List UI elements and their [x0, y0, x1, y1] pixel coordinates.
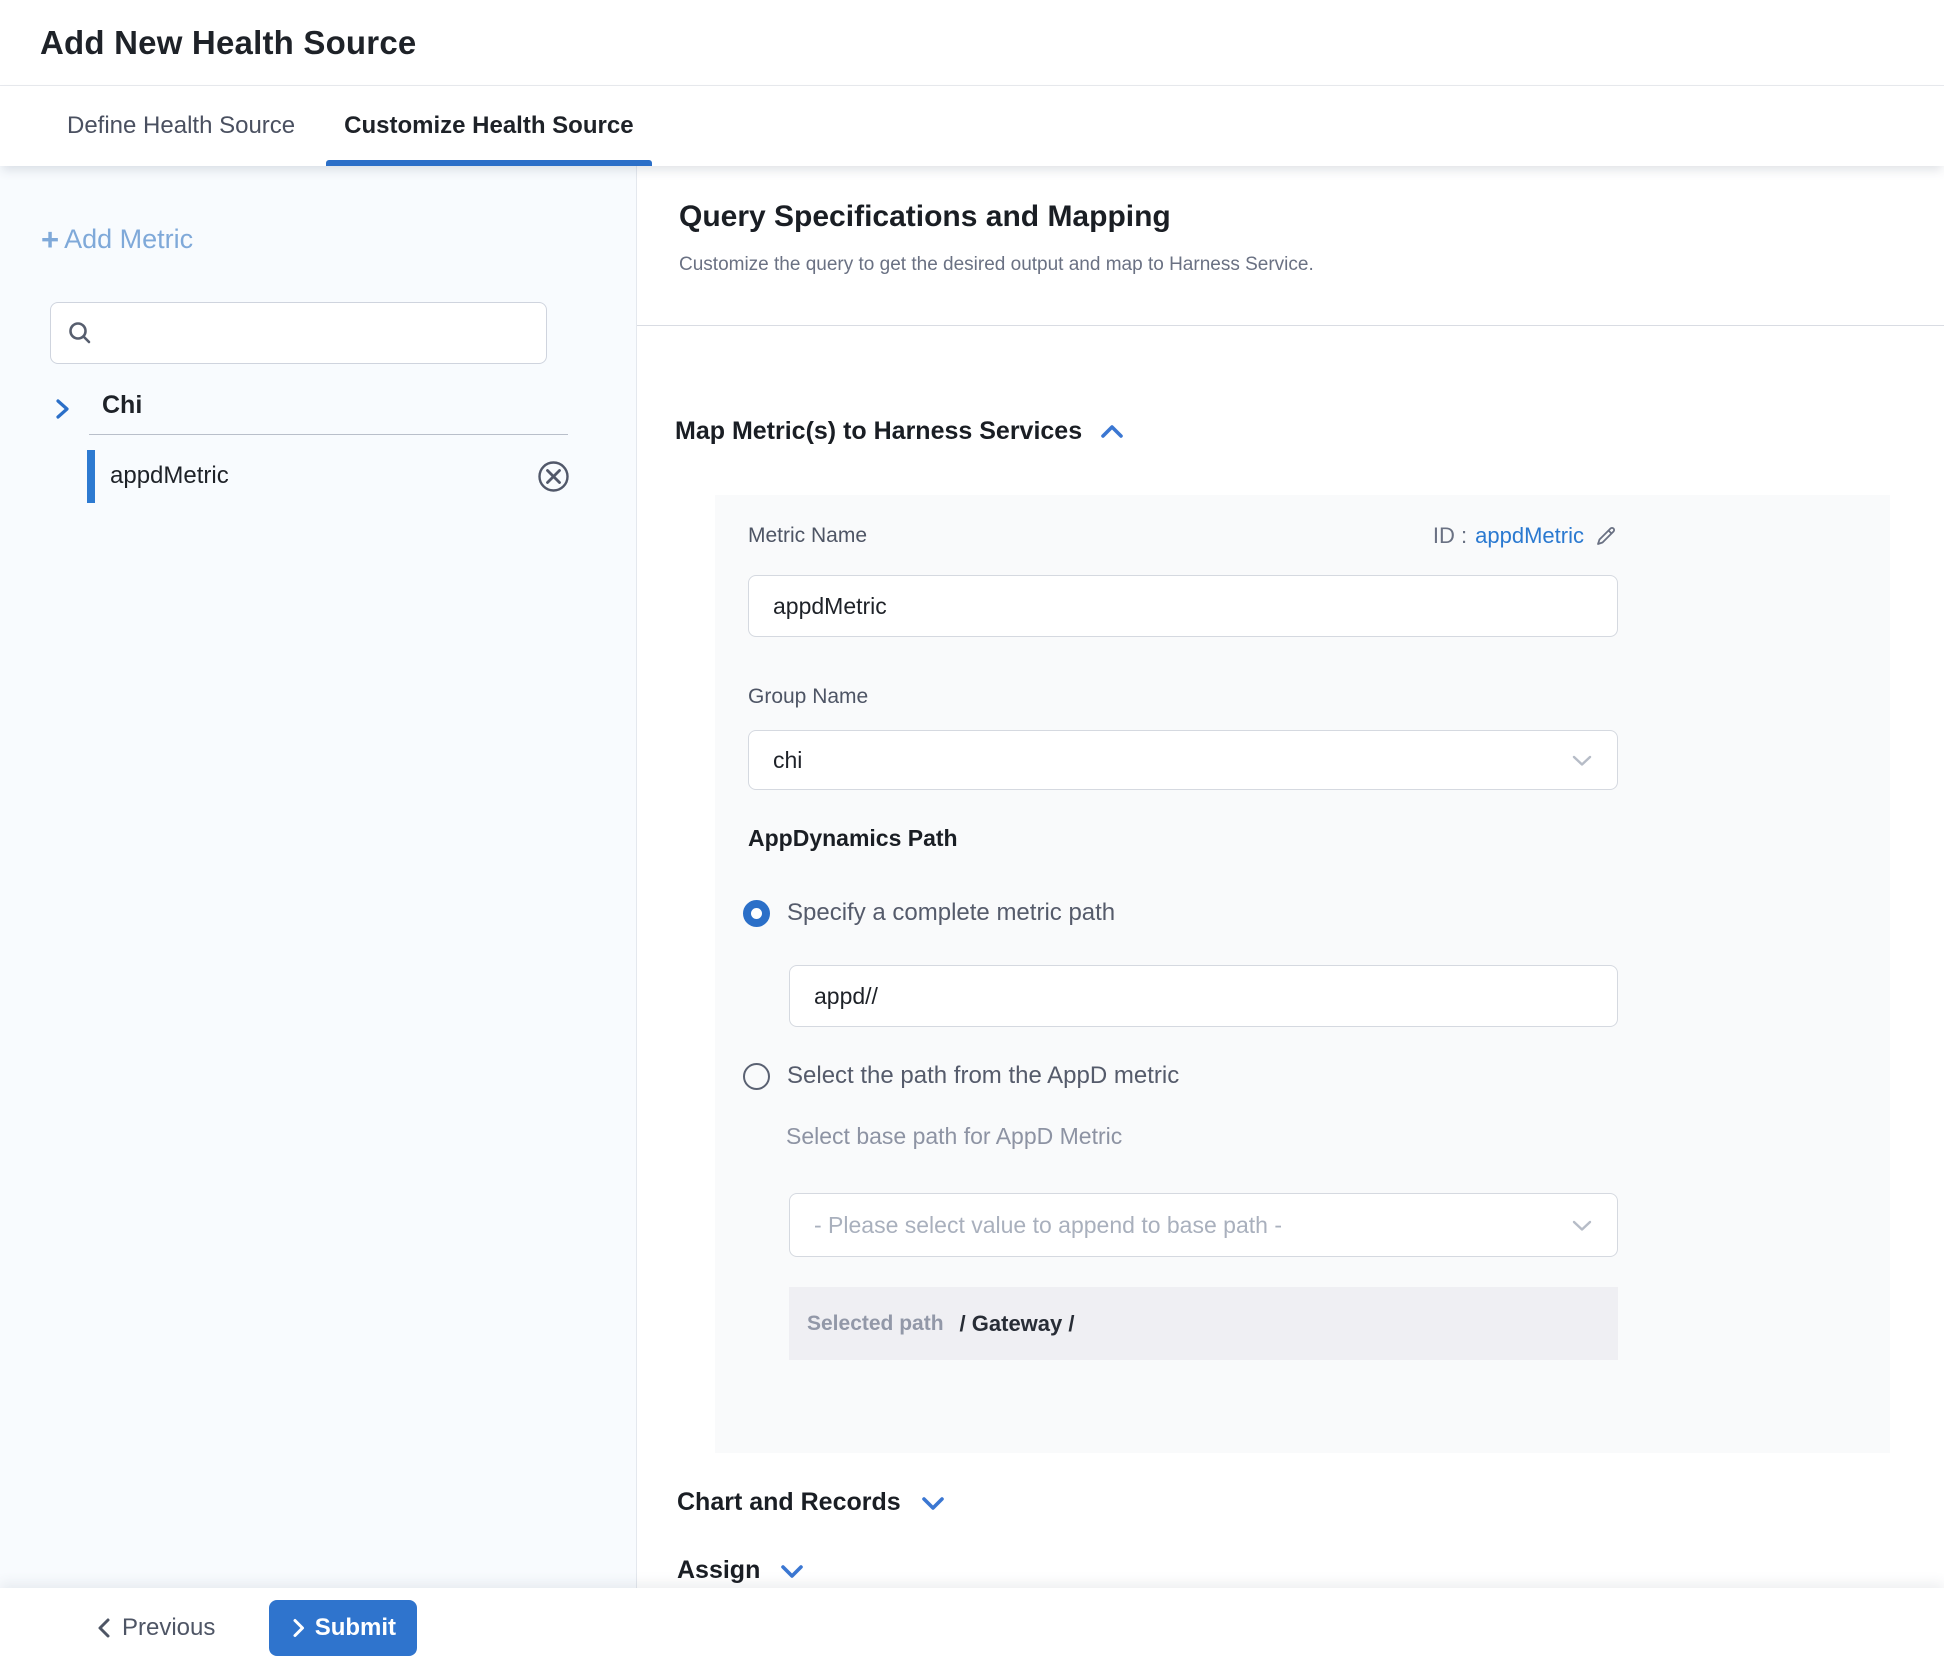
metric-group-label: Chi [102, 391, 142, 420]
id-value-link[interactable]: appdMetric [1475, 523, 1584, 549]
radio-selected-icon[interactable] [743, 900, 770, 927]
metrics-sidebar: + Add Metric Chi appdMetric [0, 166, 637, 1588]
dialog-body: + Add Metric Chi appdMetric [0, 166, 1944, 1588]
selected-indicator-bar [87, 450, 95, 503]
chevron-down-icon[interactable] [919, 1494, 947, 1512]
content-divider [637, 325, 1944, 326]
metric-list-item[interactable]: appdMetric [0, 449, 636, 505]
assign-section-header[interactable]: Assign [677, 1556, 806, 1585]
chevron-right-icon[interactable] [52, 396, 72, 427]
tab-customize-health-source[interactable]: Customize Health Source [326, 86, 651, 166]
footer-action-bar: Previous Submit [0, 1588, 1944, 1668]
edit-pencil-icon[interactable] [1594, 524, 1618, 548]
tab-bar: Define Health Source Customize Health So… [0, 86, 1944, 166]
id-label: ID : [1433, 523, 1467, 549]
metric-group-row[interactable]: Chi [0, 388, 636, 432]
group-name-select[interactable]: chi [748, 730, 1618, 790]
submit-label: Submit [315, 1614, 396, 1642]
section-subheading: Customize the query to get the desired o… [679, 254, 1314, 276]
add-metric-button[interactable]: + Add Metric [41, 224, 193, 255]
remove-metric-icon[interactable] [537, 460, 570, 493]
assign-title: Assign [677, 1556, 760, 1585]
metric-search-input[interactable] [105, 320, 530, 346]
metric-name-input[interactable] [748, 575, 1618, 637]
sidebar-divider [89, 434, 568, 435]
dialog-header: Add New Health Source [0, 0, 1944, 86]
map-metrics-section-header[interactable]: Map Metric(s) to Harness Services [675, 417, 1126, 446]
metric-name-header-row: Metric Name ID : appdMetric [748, 523, 1618, 549]
chart-and-records-section-header[interactable]: Chart and Records [677, 1488, 947, 1517]
query-spec-panel: Query Specifications and Mapping Customi… [637, 166, 1944, 1588]
chevron-down-icon [1571, 1219, 1593, 1232]
metric-search-box [50, 302, 547, 364]
selected-path-label: Selected path [807, 1312, 944, 1336]
page-title: Add New Health Source [40, 24, 416, 62]
radio-label: Select the path from the AppD metric [787, 1062, 1179, 1090]
previous-button[interactable]: Previous [96, 1614, 215, 1642]
chevron-down-icon [1571, 754, 1593, 767]
add-health-source-dialog: Add New Health Source Define Health Sour… [0, 0, 1944, 1668]
selected-path-bar: Selected path / Gateway / [789, 1287, 1618, 1360]
selected-path-value: / Gateway / [960, 1311, 1075, 1337]
metric-name-label: Metric Name [748, 524, 867, 548]
complete-metric-path-input[interactable] [789, 965, 1618, 1027]
appdynamics-path-label: AppDynamics Path [748, 825, 958, 852]
chevron-up-icon[interactable] [1098, 423, 1126, 441]
chevron-left-icon [96, 1616, 112, 1640]
metric-id-row: ID : appdMetric [1433, 523, 1618, 549]
tab-define-health-source[interactable]: Define Health Source [49, 86, 313, 166]
tab-label: Customize Health Source [344, 112, 633, 140]
radio-label: Specify a complete metric path [787, 899, 1115, 927]
chevron-right-icon [291, 1617, 306, 1639]
map-metrics-title: Map Metric(s) to Harness Services [675, 417, 1082, 446]
base-path-placeholder: - Please select value to append to base … [814, 1212, 1282, 1239]
chart-and-records-title: Chart and Records [677, 1488, 901, 1517]
group-name-value: chi [773, 747, 802, 774]
add-metric-label: Add Metric [64, 224, 193, 255]
base-path-label: Select base path for AppD Metric [786, 1123, 1122, 1150]
metric-item-label: appdMetric [110, 462, 229, 490]
metric-mapping-form: Metric Name ID : appdMetric Group Name c… [715, 495, 1890, 1453]
tab-label: Define Health Source [67, 112, 295, 140]
radio-complete-metric-path[interactable]: Specify a complete metric path [743, 899, 1115, 927]
radio-unselected-icon[interactable] [743, 1063, 770, 1090]
radio-select-appd-path[interactable]: Select the path from the AppD metric [743, 1062, 1179, 1090]
base-path-select[interactable]: - Please select value to append to base … [789, 1193, 1618, 1257]
section-heading: Query Specifications and Mapping [679, 200, 1171, 234]
search-icon [67, 320, 93, 346]
submit-button[interactable]: Submit [269, 1600, 417, 1656]
plus-icon: + [41, 224, 59, 255]
previous-label: Previous [122, 1614, 215, 1642]
chevron-down-icon[interactable] [778, 1562, 806, 1580]
group-name-label: Group Name [748, 685, 868, 709]
